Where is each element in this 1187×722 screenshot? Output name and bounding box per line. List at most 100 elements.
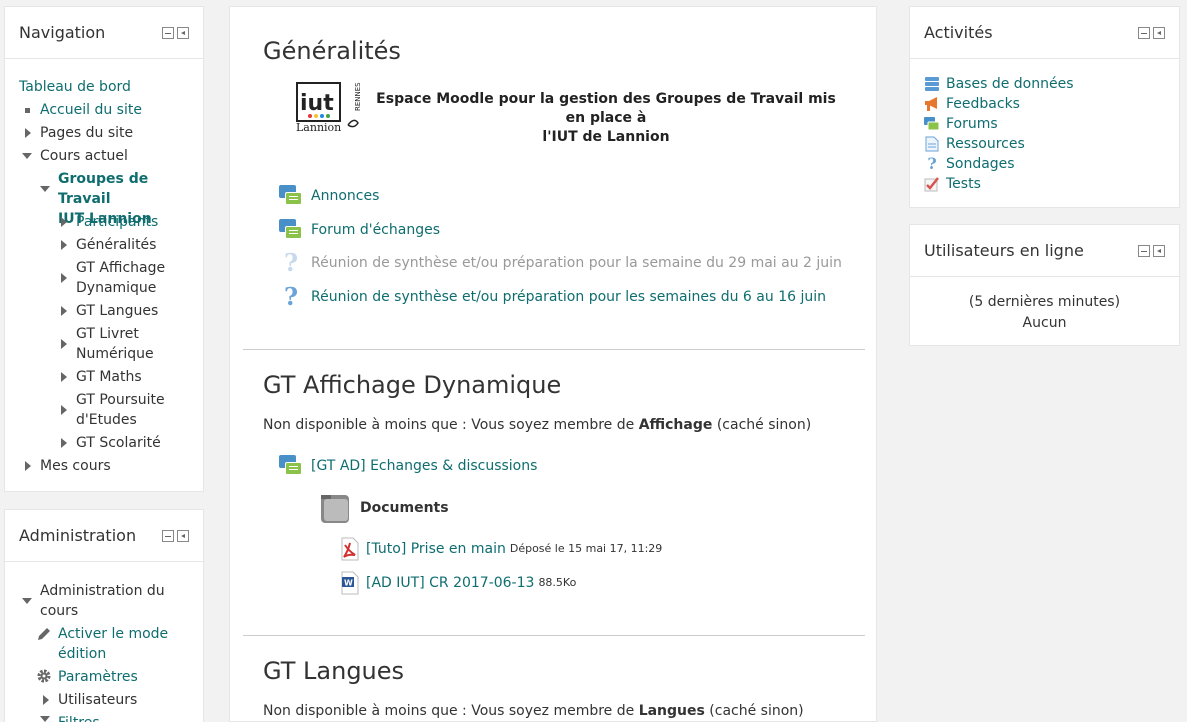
svg-text:iut: iut [300,91,334,116]
my-courses-item[interactable]: Mes cours [40,456,111,476]
file-link[interactable]: [Tuto] Prise en main [366,539,506,559]
section-generalites-item[interactable]: Généralités [76,235,156,255]
activity-link[interactable]: Forum d'échanges [311,220,440,240]
activity-type-item[interactable]: Tests [924,174,981,194]
file-item[interactable]: W [AD IUT] CR 2017-06-13 88.5Ko [340,571,576,595]
minimize-icon[interactable] [162,529,174,542]
navigation-title: Navigation [19,23,106,42]
section-scolarite-item[interactable]: GT Scolarité [76,433,161,453]
section-livret-item[interactable]: GT Livret Numérique [76,324,154,364]
svg-text:RENNES: RENNES [354,82,360,111]
activities-title: Activités [924,23,993,42]
activity-type-item[interactable]: Bases de données [924,74,1074,94]
activity-type-link[interactable]: Sondages [946,154,1015,174]
activity-item[interactable]: ? Réunion de synthèse et/ou préparation … [279,285,826,309]
activity-type-link[interactable]: Tests [946,174,981,194]
filters-link[interactable]: Filtres [58,713,100,722]
activity-type-link[interactable]: Ressources [946,134,1025,154]
svg-text:Lannion: Lannion [296,121,341,133]
admin-line: cours [40,603,79,619]
activity-link[interactable]: [GT AD] Echanges & discussions [311,456,537,476]
activity-type-item[interactable]: Forums [924,114,998,134]
expand-arrow-icon[interactable] [61,372,67,382]
gear-icon [36,668,52,688]
file-icon [924,136,940,152]
forum-icon [279,184,303,208]
current-course-item[interactable]: Cours actuel [40,146,128,166]
expand-arrow-icon[interactable] [61,273,67,283]
section-title-langues: GT Langues [263,657,405,685]
activity-link[interactable]: Réunion de synthèse et/ou préparation po… [311,287,826,307]
administration-header: Administration [5,510,203,562]
restriction-notice: Non disponible à moins que : Vous soyez … [263,701,804,721]
expand-arrow-icon[interactable] [61,217,67,227]
question-icon: ? [283,248,299,277]
course-admin-item[interactable]: Administration du cours [40,581,165,621]
activity-type-item[interactable]: ? Sondages [924,154,1015,174]
activity-type-link[interactable]: Bases de données [946,74,1074,94]
activity-link[interactable]: Annonces [311,186,379,206]
section-affichage-item[interactable]: GT Affichage Dynamique [76,258,165,298]
folder-name[interactable]: Documents [360,498,449,518]
site-home-link[interactable]: Accueil du site [40,100,142,120]
quiz-icon [924,176,940,192]
file-meta: 88.5Ko [538,576,577,589]
site-pages-item[interactable]: Pages du site [40,123,133,143]
users-item[interactable]: Utilisateurs [58,690,137,710]
activity-item[interactable]: Forum d'échanges [279,218,440,242]
activity-type-item[interactable]: Ressources [924,134,1025,154]
expand-arrow-icon[interactable] [25,128,31,138]
question-icon: ? [927,154,937,173]
dock-icon[interactable] [177,26,189,39]
section-maths-item[interactable]: GT Maths [76,367,142,387]
course-banner-text: Espace Moodle pour la gestion des Groupe… [366,90,846,147]
activity-type-link[interactable]: Feedbacks [946,94,1020,114]
participants-link[interactable]: Participants [76,212,158,232]
expand-arrow-icon[interactable] [61,405,67,415]
pdf-icon [340,537,360,561]
activity-type-link[interactable]: Forums [946,114,998,134]
collapse-arrow-icon[interactable] [22,598,32,604]
collapse-arrow-icon[interactable] [40,186,50,192]
expand-arrow-icon[interactable] [61,438,67,448]
collapse-arrow-icon[interactable] [22,153,32,159]
activity-type-item[interactable]: Feedbacks [924,94,1020,114]
minimize-icon[interactable] [1138,244,1150,257]
section-divider [243,349,865,350]
dashboard-link[interactable]: Tableau de bord [19,77,131,97]
online-users-title: Utilisateurs en ligne [924,241,1084,260]
admin-line: édition [58,646,107,662]
dock-icon[interactable] [1153,26,1165,39]
minimize-icon[interactable] [1138,26,1150,39]
dock-icon[interactable] [177,529,189,542]
expand-arrow-icon[interactable] [43,695,49,705]
course-content: Généralités iut Lannion RENNES Espace Mo… [229,6,877,722]
section-title-affichage: GT Affichage Dynamique [263,371,562,399]
activity-link-dimmed[interactable]: Réunion de synthèse et/ou préparation po… [311,253,842,273]
file-meta: Déposé le 15 mai 17, 11:29 [509,542,663,555]
expand-arrow-icon[interactable] [61,339,67,349]
online-users-block: Utilisateurs en ligne (5 dernières minut… [909,224,1180,346]
nav-item-line: Numérique [76,346,154,362]
expand-arrow-icon[interactable] [25,461,31,471]
file-link[interactable]: [AD IUT] CR 2017-06-13 [366,573,534,593]
file-item[interactable]: [Tuto] Prise en main Déposé le 15 mai 17… [340,537,662,561]
activity-item[interactable]: Annonces [279,184,379,208]
collapse-arrow-icon[interactable] [40,716,50,722]
megaphone-icon [924,96,940,112]
edit-mode-link[interactable]: Activer le mode édition [58,624,168,664]
section-title-generalites: Généralités [263,37,401,65]
pencil-icon [36,626,52,646]
forum-icon [924,116,940,132]
section-divider [243,635,865,636]
settings-link[interactable]: Paramètres [58,667,138,687]
expand-arrow-icon[interactable] [61,240,67,250]
folder-item[interactable]: Documents [320,491,449,525]
expand-arrow-icon[interactable] [61,306,67,316]
activity-item[interactable]: [GT AD] Echanges & discussions [279,454,537,478]
dock-icon[interactable] [1153,244,1165,257]
minimize-icon[interactable] [162,26,174,39]
section-langues-item[interactable]: GT Langues [76,301,158,321]
activity-item[interactable]: ? Réunion de synthèse et/ou préparation … [279,251,842,275]
section-poursuite-item[interactable]: GT Poursuite d'Etudes [76,390,165,430]
